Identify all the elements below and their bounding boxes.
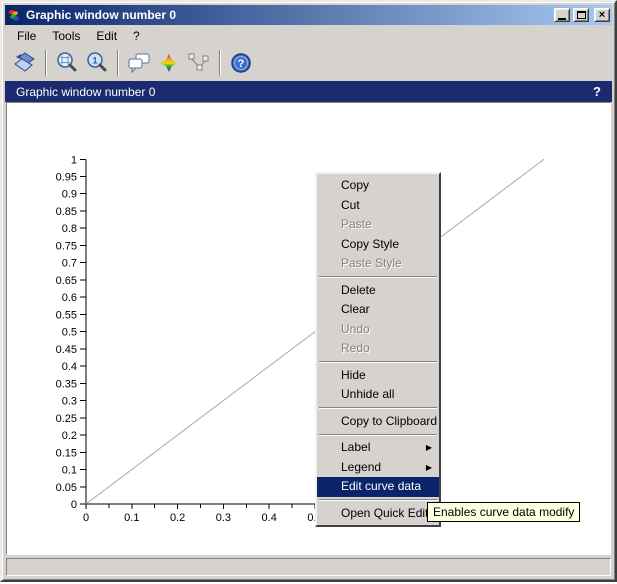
menu-item-edit-curve-data[interactable]: Edit curve data	[317, 477, 439, 497]
menu-separator	[319, 499, 437, 501]
toolbar-separator	[117, 50, 119, 76]
menu-item-undo: Undo	[317, 320, 439, 340]
statusbar	[6, 558, 611, 576]
menu-item-label: Legend	[341, 460, 381, 474]
rotate-button[interactable]	[10, 49, 40, 77]
menubar-item-help[interactable]: ?	[125, 27, 148, 45]
toolbar-separator	[219, 50, 221, 76]
menu-item-hide[interactable]: Hide	[317, 366, 439, 386]
menu-item-unhide-all[interactable]: Unhide all	[317, 385, 439, 405]
rotate-icon	[13, 51, 37, 75]
svg-text:1: 1	[92, 56, 97, 66]
tooltip: Enables curve data modify	[427, 502, 580, 522]
window-title: Graphic window number 0	[24, 8, 551, 22]
menu-item-paste-style: Paste Style	[317, 254, 439, 274]
close-button[interactable]: ×	[594, 8, 610, 22]
menu-item-delete[interactable]: Delete	[317, 281, 439, 301]
menu-separator	[319, 407, 437, 409]
plot-canvas[interactable]	[6, 102, 611, 555]
app-icon	[7, 8, 21, 22]
menu-item-label: Delete	[341, 283, 376, 297]
menu-item-legend[interactable]: Legend ▶	[317, 458, 439, 478]
infobar: Graphic window number 0 ?	[5, 81, 612, 102]
graphic-editor-button[interactable]	[154, 49, 184, 77]
toolbar: 1	[5, 45, 612, 81]
menubar: File Tools Edit ?	[5, 26, 612, 45]
maximize-icon	[577, 11, 586, 19]
menu-separator	[319, 276, 437, 278]
help-icon: ?	[229, 51, 253, 75]
context-menu: Copy Cut Paste Copy Style Paste Style Delete C…	[315, 172, 441, 527]
graphic-editor-icon	[157, 51, 181, 75]
edit-data-button[interactable]	[184, 49, 214, 77]
menu-item-label: Cut	[341, 198, 360, 212]
datatips-button[interactable]	[124, 49, 154, 77]
menu-item-label: Label	[341, 440, 370, 454]
infobar-help-icon[interactable]: ?	[593, 84, 601, 99]
menu-item-clear[interactable]: Clear	[317, 300, 439, 320]
menu-item-label: Open Quick Editor	[341, 506, 439, 520]
submenu-arrow-icon: ▶	[426, 438, 432, 458]
menu-item-copy-style[interactable]: Copy Style	[317, 235, 439, 255]
menu-separator	[319, 361, 437, 363]
zoom-area-button[interactable]	[52, 49, 82, 77]
minimize-button[interactable]	[554, 8, 570, 22]
menu-item-label: Clear	[341, 302, 370, 316]
menu-item-label: Undo	[341, 322, 370, 336]
close-icon: ×	[599, 10, 605, 20]
toolbar-separator	[45, 50, 47, 76]
zoom-original-button[interactable]: 1	[82, 49, 112, 77]
zoom-original-icon: 1	[86, 52, 108, 74]
datatips-icon	[127, 51, 151, 75]
menubar-item-file[interactable]: File	[9, 27, 44, 45]
svg-text:?: ?	[238, 58, 245, 70]
menu-item-label[interactable]: Label ▶	[317, 438, 439, 458]
menu-item-label: Copy to Clipboard	[341, 414, 437, 428]
menu-item-label: Edit curve data	[341, 479, 421, 493]
menu-item-label: Copy Style	[341, 237, 399, 251]
graphic-window: Graphic window number 0 × File Tools Edi…	[0, 0, 617, 582]
menu-item-redo: Redo	[317, 339, 439, 359]
menu-item-label: Copy	[341, 178, 369, 192]
submenu-arrow-icon: ▶	[426, 458, 432, 478]
menubar-item-tools[interactable]: Tools	[44, 27, 88, 45]
help-button[interactable]: ?	[226, 49, 256, 77]
zoom-area-icon	[56, 52, 78, 74]
menu-item-label: Unhide all	[341, 387, 394, 401]
menu-item-open-quick-editor[interactable]: Open Quick Editor	[317, 504, 439, 524]
menu-item-label: Paste Style	[341, 256, 402, 270]
menu-item-copy[interactable]: Copy	[317, 176, 439, 196]
maximize-button[interactable]	[573, 8, 589, 22]
menu-item-paste: Paste	[317, 215, 439, 235]
infobar-title: Graphic window number 0	[16, 85, 593, 99]
menu-item-label: Hide	[341, 368, 366, 382]
menu-item-copy-to-clipboard[interactable]: Copy to Clipboard	[317, 412, 439, 432]
menu-item-cut[interactable]: Cut	[317, 196, 439, 216]
menu-item-label: Redo	[341, 341, 370, 355]
menu-separator	[319, 434, 437, 436]
edit-data-icon	[187, 51, 211, 75]
titlebar: Graphic window number 0 ×	[5, 5, 612, 25]
minimize-icon	[558, 18, 566, 20]
menu-item-label: Paste	[341, 217, 372, 231]
menubar-item-edit[interactable]: Edit	[88, 27, 125, 45]
